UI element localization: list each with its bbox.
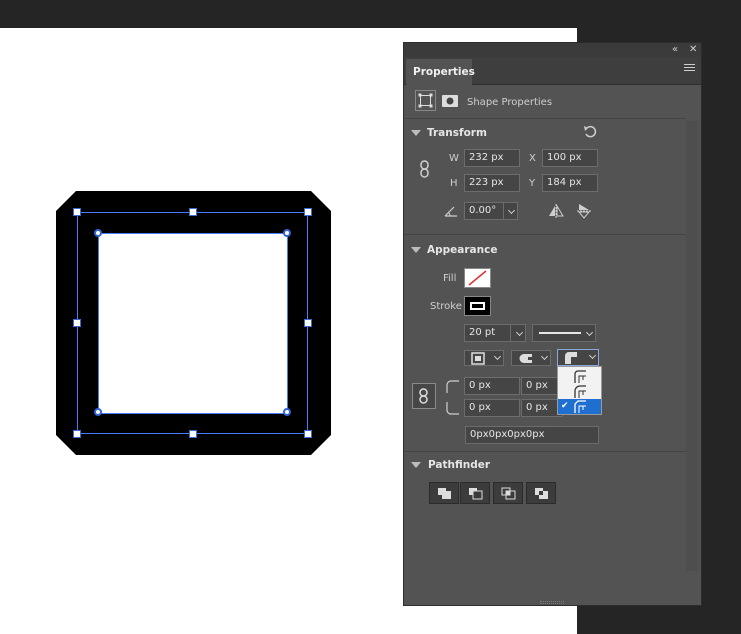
corner-tl-field[interactable]: 0 px — [464, 377, 520, 395]
chevron-down-icon — [493, 352, 502, 361]
handle-top-left[interactable] — [73, 208, 81, 216]
stroke-style-dropdown[interactable] — [532, 324, 596, 342]
unite-shapes-button[interactable] — [429, 482, 459, 504]
fill-swatch-none[interactable] — [464, 268, 491, 288]
stroke-align-dropdown[interactable] — [464, 350, 504, 366]
width-label: W — [449, 153, 459, 164]
transform-shape-icon[interactable] — [415, 90, 436, 111]
x-field[interactable]: 100 px — [542, 149, 598, 167]
handle-top-center[interactable] — [189, 208, 197, 216]
panel-menu-icon[interactable] — [684, 64, 695, 73]
chevron-down-icon — [588, 351, 597, 360]
divider — [404, 118, 686, 119]
chevron-down-icon — [540, 352, 549, 361]
handle-top-right[interactable] — [304, 208, 312, 216]
angle-value[interactable]: 0.00° — [465, 203, 503, 219]
stroke-width-value[interactable]: 20 pt — [465, 325, 509, 341]
exclude-icon — [535, 488, 548, 499]
collapse-icon[interactable]: « — [672, 43, 678, 57]
width-field[interactable]: 232 px — [464, 149, 520, 167]
selection-bounding-box — [77, 212, 308, 434]
chevron-down-icon — [515, 328, 524, 337]
corner-option-1[interactable] — [558, 369, 601, 384]
flip-horizontal-icon[interactable] — [548, 204, 564, 221]
corner-type-icon — [565, 352, 577, 364]
handle-middle-right[interactable] — [304, 319, 312, 327]
y-field[interactable]: 184 px — [542, 174, 598, 192]
flip-vertical-icon[interactable] — [577, 203, 591, 222]
properties-panel: « ✕ Properties Shape Properties Transfor… — [403, 42, 702, 606]
angle-dropdown[interactable]: 0.00° — [464, 202, 518, 220]
cap-type-dropdown[interactable] — [511, 350, 551, 366]
corner-option-3[interactable]: ✔ — [558, 399, 601, 414]
y-label: Y — [529, 178, 536, 189]
resize-grip[interactable] — [540, 601, 564, 604]
corner-type-menu: ✔ — [557, 366, 602, 415]
corner-option-2[interactable] — [558, 384, 601, 399]
handle-bottom-right[interactable] — [304, 430, 312, 438]
shape-layer-icon[interactable] — [441, 94, 459, 111]
solid-line-icon — [539, 332, 581, 334]
corner-radius-handle-br[interactable] — [283, 408, 291, 416]
link-icon — [419, 388, 428, 404]
intersect-icon — [501, 487, 516, 500]
corner-bevel-icon — [574, 385, 586, 398]
corner-radius-handle-tr[interactable] — [283, 229, 291, 237]
divider — [404, 451, 686, 452]
tab-properties[interactable]: Properties — [406, 59, 475, 86]
corners-combined-field[interactable]: 0px0px0px0px — [465, 426, 599, 444]
handle-bottom-center[interactable] — [189, 430, 197, 438]
pathfinder-title[interactable]: Pathfinder — [428, 459, 490, 471]
subtract-icon — [469, 488, 483, 500]
stroke-align-icon — [471, 352, 485, 365]
handle-bottom-left[interactable] — [73, 430, 81, 438]
pathfinder-caret-icon[interactable] — [411, 462, 421, 468]
height-field[interactable]: 223 px — [464, 174, 520, 192]
transform-title[interactable]: Transform — [427, 127, 487, 139]
height-label: H — [450, 178, 458, 189]
exclude-shapes-button[interactable] — [526, 482, 556, 504]
unite-icon — [438, 488, 451, 499]
fill-label: Fill — [443, 273, 457, 284]
checkmark-icon: ✔ — [561, 401, 569, 411]
link-corners-button[interactable] — [412, 383, 436, 409]
corner-radius-handle-tl[interactable] — [94, 229, 102, 237]
reset-icon[interactable] — [583, 125, 597, 142]
close-icon[interactable]: ✕ — [689, 43, 697, 57]
stroke-label: Stroke — [430, 301, 462, 312]
appearance-caret-icon[interactable] — [411, 247, 421, 253]
panel-title-bar[interactable]: « ✕ — [404, 43, 701, 57]
chevron-down-icon — [507, 206, 516, 215]
corner-bl-icon — [446, 401, 460, 418]
corner-bl-field[interactable]: 0 px — [464, 399, 520, 417]
handle-middle-left[interactable] — [73, 319, 81, 327]
angle-icon — [444, 205, 458, 220]
appearance-title[interactable]: Appearance — [427, 244, 497, 256]
chevron-down-icon — [585, 328, 594, 337]
panel-scrollbar[interactable] — [686, 121, 698, 571]
x-label: X — [529, 153, 536, 164]
corner-type-dropdown[interactable] — [557, 349, 599, 366]
shape-properties-label: Shape Properties — [467, 97, 553, 108]
corner-tl-icon — [446, 380, 460, 397]
corner-miter-icon — [574, 400, 586, 413]
tab-bar: Properties — [404, 57, 701, 86]
subtract-shapes-button[interactable] — [460, 482, 490, 504]
intersect-shapes-button[interactable] — [493, 482, 523, 504]
stroke-swatch[interactable] — [464, 296, 491, 316]
link-dimensions-icon[interactable] — [419, 160, 431, 181]
transform-caret-icon[interactable] — [411, 130, 421, 136]
cap-type-icon — [519, 354, 533, 363]
corner-radius-handle-bl[interactable] — [94, 408, 102, 416]
divider — [404, 234, 686, 235]
corner-round-icon — [574, 370, 586, 383]
stroke-width-dropdown[interactable]: 20 pt — [464, 324, 526, 342]
